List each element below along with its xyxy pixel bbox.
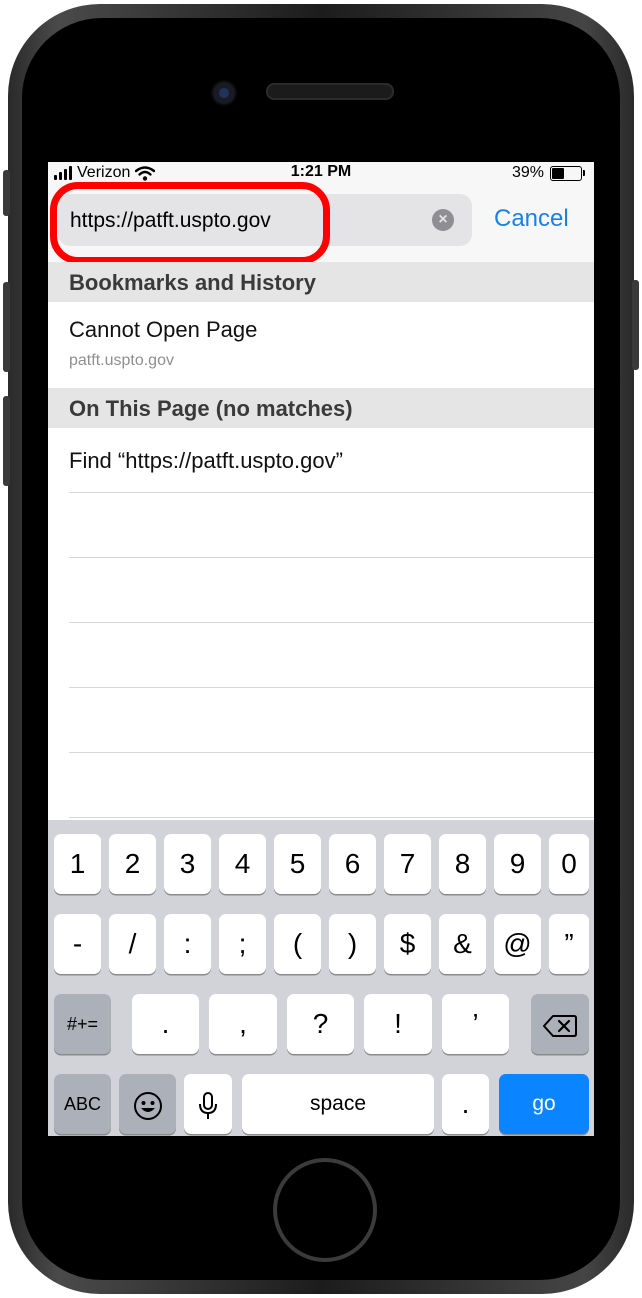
go-key[interactable]: go — [499, 1074, 589, 1134]
key-semicolon[interactable]: ; — [219, 914, 266, 974]
key-6[interactable]: 6 — [329, 834, 376, 894]
emoji-icon — [133, 1091, 162, 1120]
bookmarks-history-header: Bookmarks and History — [48, 262, 594, 302]
on-this-page-label: On This Page (no matches) — [69, 396, 353, 421]
key-5[interactable]: 5 — [274, 834, 321, 894]
screen: Verizon 1:21 PM 39% https://patft.uspto.… — [48, 162, 594, 1136]
power-button — [632, 280, 639, 370]
key-quote[interactable]: ” — [549, 914, 589, 974]
abc-key[interactable]: ABC — [54, 1074, 111, 1134]
key-4[interactable]: 4 — [219, 834, 266, 894]
home-button[interactable] — [273, 1158, 377, 1262]
status-bar: Verizon 1:21 PM 39% — [48, 162, 594, 184]
find-on-page-label: Find “https://patft.uspto.gov” — [69, 448, 343, 473]
key-9[interactable]: 9 — [494, 834, 541, 894]
battery-percent: 39% — [511, 164, 544, 181]
cancel-button[interactable]: Cancel — [494, 205, 569, 233]
key-ampersand[interactable]: & — [439, 914, 486, 974]
bookmark-item[interactable]: Cannot Open Page patft.uspto.gov — [48, 302, 594, 388]
key-question[interactable]: ? — [287, 994, 354, 1054]
battery-fill — [552, 167, 564, 179]
volume-down-button — [3, 396, 10, 486]
key-period[interactable]: . — [132, 994, 199, 1054]
volume-up-button — [3, 282, 10, 372]
annotation-highlight-ring — [50, 182, 330, 264]
emoji-key[interactable] — [119, 1074, 176, 1134]
key-slash[interactable]: / — [109, 914, 156, 974]
row-divider — [69, 687, 594, 688]
key-close-paren[interactable]: ) — [329, 914, 376, 974]
key-1[interactable]: 1 — [54, 834, 101, 894]
key-open-paren[interactable]: ( — [274, 914, 321, 974]
key-colon[interactable]: : — [164, 914, 211, 974]
delete-key[interactable] — [531, 994, 589, 1054]
key-2[interactable]: 2 — [109, 834, 156, 894]
key-exclamation[interactable]: ! — [364, 994, 432, 1054]
row-divider — [69, 752, 594, 753]
on-this-page-header: On This Page (no matches) — [48, 388, 594, 428]
key-8[interactable]: 8 — [439, 834, 486, 894]
key-apostrophe[interactable]: ’ — [442, 994, 509, 1054]
key-7[interactable]: 7 — [384, 834, 431, 894]
battery-icon — [550, 165, 585, 181]
bookmark-subtitle: patft.uspto.gov — [69, 352, 174, 369]
symbols-toggle-key[interactable]: #+= — [54, 994, 111, 1054]
space-key[interactable]: space — [242, 1074, 434, 1134]
row-divider — [69, 557, 594, 558]
earpiece-speaker — [266, 83, 394, 100]
row-divider — [69, 622, 594, 623]
mute-switch — [3, 170, 10, 216]
key-at[interactable]: @ — [494, 914, 541, 974]
dot-key[interactable]: . — [442, 1074, 489, 1134]
keyboard: 1 2 3 4 5 6 7 8 9 0 - / : ; ( ) $ & @ ” … — [48, 820, 594, 1136]
find-on-page-item[interactable]: Find “https://patft.uspto.gov” — [48, 428, 594, 492]
bookmarks-history-label: Bookmarks and History — [69, 270, 316, 295]
microphone-icon — [199, 1091, 217, 1119]
key-0[interactable]: 0 — [549, 834, 589, 894]
bookmark-title: Cannot Open Page — [69, 317, 258, 342]
clear-circle-icon[interactable]: × — [432, 209, 454, 231]
row-divider — [69, 817, 594, 818]
key-3[interactable]: 3 — [164, 834, 211, 894]
key-dollar[interactable]: $ — [384, 914, 431, 974]
key-comma[interactable]: , — [209, 994, 277, 1054]
backspace-icon — [543, 1014, 577, 1037]
row-divider — [69, 492, 594, 493]
key-hyphen[interactable]: - — [54, 914, 101, 974]
dictation-key[interactable] — [184, 1074, 232, 1134]
front-camera — [211, 80, 237, 106]
